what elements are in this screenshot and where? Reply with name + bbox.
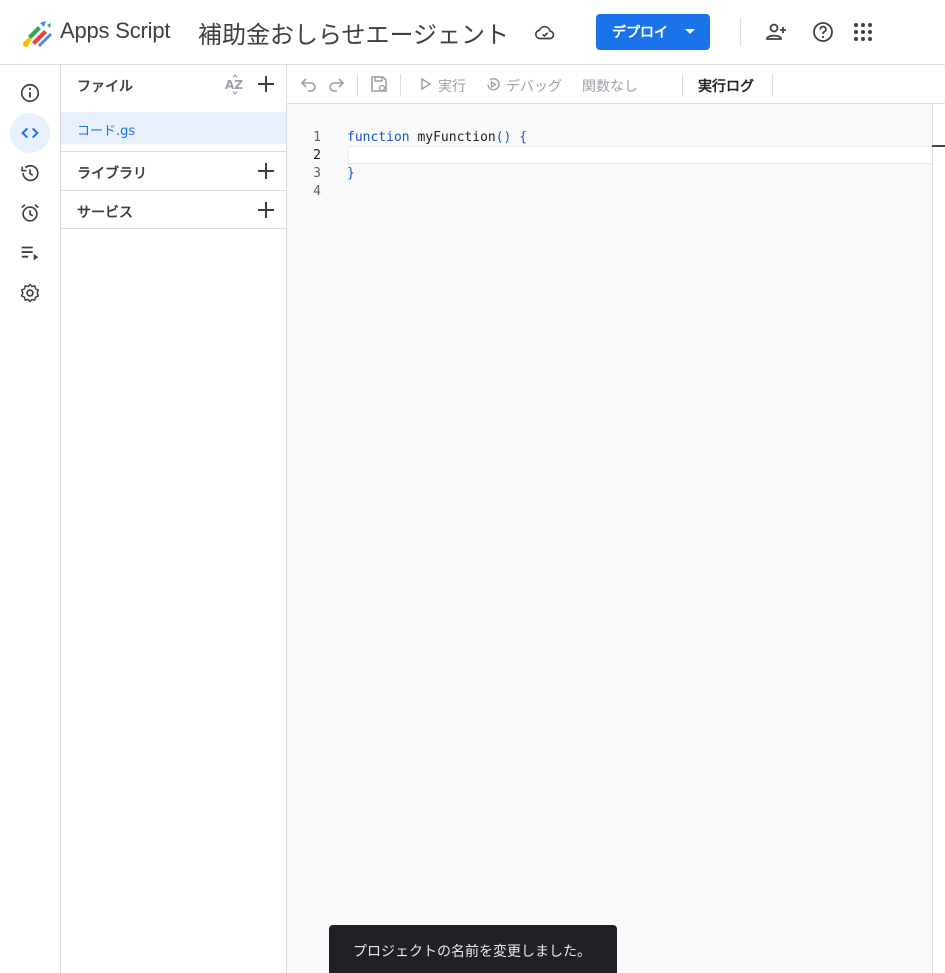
- toolbar-divider: [357, 74, 358, 96]
- code-line: 1 function myFunction() {: [287, 129, 945, 147]
- libraries-section: ライブラリ: [61, 151, 286, 190]
- add-service-icon[interactable]: [256, 200, 276, 220]
- toast-message: プロジェクトの名前を変更しました。: [353, 944, 591, 960]
- libraries-title: ライブラリ: [77, 166, 147, 182]
- top-bar: Apps Script 補助金おしらせエージェント デプロイ: [0, 0, 945, 65]
- history-icon: [21, 165, 39, 182]
- project-title[interactable]: 補助金おしらせエージェント: [198, 15, 509, 50]
- line-number: 1: [313, 130, 321, 145]
- deploy-label: デプロイ: [612, 24, 668, 40]
- alarm-icon: [21, 204, 39, 222]
- scrollbar-cursor-marker: [932, 145, 945, 147]
- rail-item-overview[interactable]: [10, 73, 50, 113]
- gear-icon: [20, 283, 40, 303]
- help-icon[interactable]: [811, 20, 835, 44]
- play-icon: [421, 77, 432, 91]
- rail-item-settings[interactable]: [10, 273, 50, 313]
- code-line: 3 }: [287, 165, 945, 183]
- chevron-down-icon: [685, 29, 695, 34]
- editor-toolbar: 実行 デバッグ 関数なし 実行ログ: [287, 65, 945, 104]
- files-panel: ファイル AZ コード.gs ライブラリ サービス: [61, 65, 287, 973]
- current-line-highlight: [348, 146, 945, 164]
- editor-scrollbar[interactable]: [932, 104, 945, 973]
- save-icon[interactable]: [369, 74, 389, 94]
- undo-icon[interactable]: [299, 74, 319, 94]
- cloud-saved-icon: [535, 25, 555, 40]
- services-title: サービス: [77, 205, 133, 221]
- debug-button[interactable]: デバッグ: [506, 76, 562, 96]
- debug-icon: [487, 78, 500, 91]
- deploy-button[interactable]: デプロイ: [596, 14, 710, 50]
- add-file-icon[interactable]: [256, 74, 276, 94]
- line-number: 2: [313, 148, 321, 163]
- divider: [740, 18, 741, 46]
- rail-item-triggers[interactable]: [10, 193, 50, 233]
- sort-az-icon[interactable]: AZ: [224, 74, 246, 96]
- apps-grid-icon[interactable]: [851, 20, 875, 44]
- line-number: 4: [313, 184, 321, 199]
- toolbar-divider: [772, 74, 773, 96]
- rail-item-history[interactable]: [10, 153, 50, 193]
- code-editor[interactable]: 1 function myFunction() { 2 3 } 4: [287, 104, 932, 973]
- rail-item-executions[interactable]: [10, 233, 50, 273]
- rail-item-editor[interactable]: [10, 113, 50, 153]
- run-button[interactable]: 実行: [438, 76, 466, 96]
- file-name: コード.gs: [77, 124, 136, 139]
- services-section: サービス: [61, 190, 286, 229]
- toolbar-divider: [682, 74, 683, 96]
- code-icon: [21, 127, 39, 139]
- svg-text:AZ: AZ: [225, 78, 243, 92]
- info-icon: [20, 83, 40, 103]
- toolbar-divider: [400, 74, 401, 96]
- apps-script-logo-icon[interactable]: [20, 17, 54, 49]
- line-number: 3: [313, 166, 321, 181]
- code-line: 4: [287, 183, 945, 201]
- add-library-icon[interactable]: [256, 161, 276, 181]
- snackbar-toast: プロジェクトの名前を変更しました。: [329, 925, 617, 973]
- left-nav-rail: [0, 65, 61, 973]
- execution-log-button[interactable]: 実行ログ: [698, 76, 754, 96]
- files-title: ファイル: [77, 79, 133, 95]
- app-name[interactable]: Apps Script: [60, 18, 170, 44]
- add-person-icon[interactable]: [764, 20, 788, 44]
- redo-icon[interactable]: [326, 74, 346, 94]
- playlist-icon: [21, 246, 39, 261]
- line-code: function myFunction() {: [347, 130, 528, 145]
- function-select[interactable]: 関数なし: [582, 76, 638, 96]
- files-header: ファイル AZ: [61, 65, 286, 104]
- line-code: }: [347, 166, 355, 181]
- file-item-code-gs[interactable]: コード.gs: [61, 112, 286, 144]
